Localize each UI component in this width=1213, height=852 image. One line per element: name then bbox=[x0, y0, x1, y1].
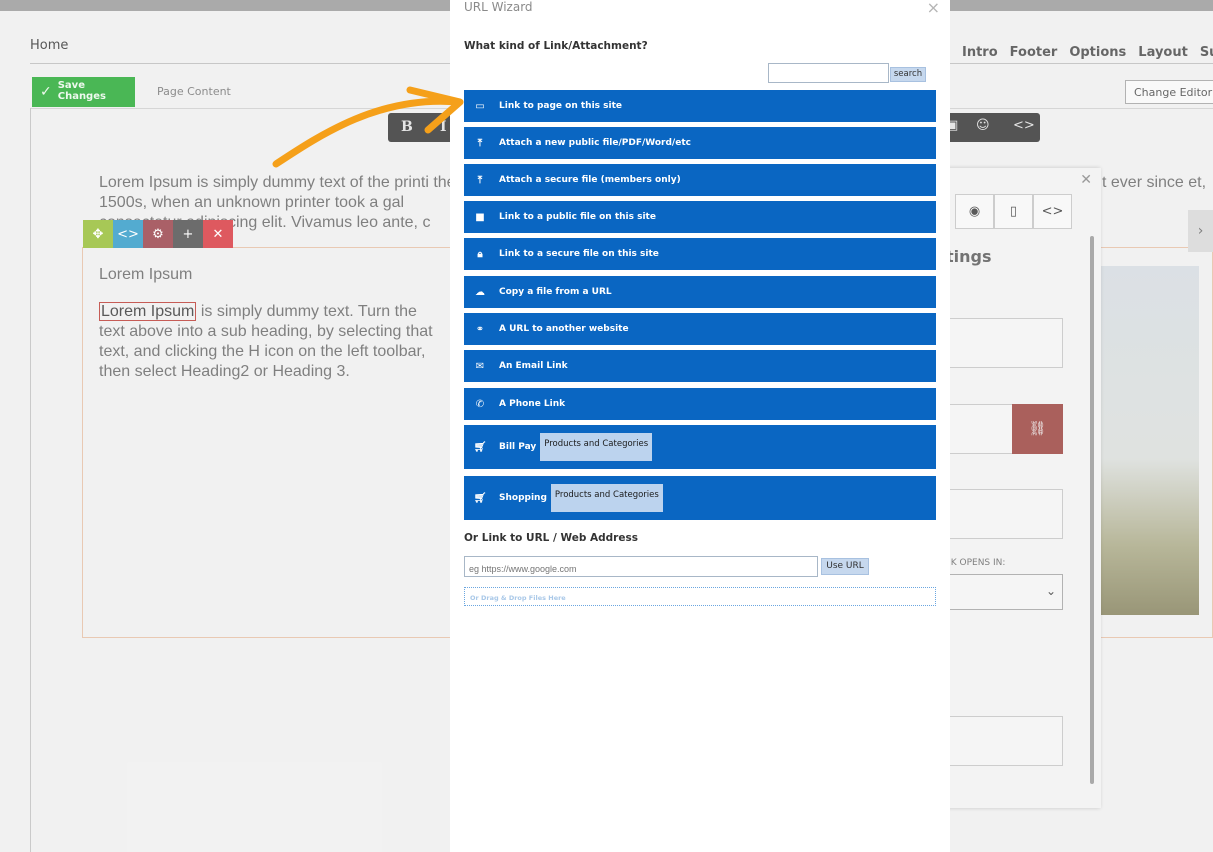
option-shopping[interactable]: 🛒︎ Shopping Products and Categories bbox=[464, 476, 936, 520]
folder-icon: ■ bbox=[475, 211, 485, 223]
url-input[interactable] bbox=[464, 556, 818, 577]
option-attach-public-file[interactable]: ⤒ Attach a new public file/PDF/Word/etc bbox=[464, 127, 936, 159]
option-label: An Email Link bbox=[499, 361, 568, 371]
products-categories-select[interactable]: Products and Categories bbox=[540, 433, 653, 461]
page-icon: ▭ bbox=[475, 100, 485, 112]
close-icon[interactable]: × bbox=[927, 0, 940, 17]
cloud-upload-icon: ☁ bbox=[475, 286, 485, 298]
email-icon: ✉ bbox=[475, 360, 485, 372]
option-label: Attach a new public file/PDF/Word/etc bbox=[499, 138, 691, 148]
search-button[interactable]: search bbox=[890, 67, 926, 82]
option-label: A Phone Link bbox=[499, 399, 566, 409]
option-label: Copy a file from a URL bbox=[499, 287, 612, 297]
option-label: A URL to another website bbox=[499, 324, 629, 334]
link-icon: ⚭ bbox=[475, 323, 485, 335]
option-link-secure-file[interactable]: 🔒︎ Link to a secure file on this site bbox=[464, 238, 936, 270]
option-external-url[interactable]: ⚭ A URL to another website bbox=[464, 313, 936, 345]
option-bill-pay[interactable]: 🛒︎ Bill Pay Products and Categories bbox=[464, 425, 936, 469]
option-label: Link to a public file on this site bbox=[499, 212, 656, 222]
url-wizard-modal: URL Wizard × What kind of Link/Attachmen… bbox=[450, 0, 950, 852]
upload-icon: ⤒ bbox=[477, 174, 483, 186]
option-label: Bill Pay bbox=[499, 442, 537, 452]
option-label: Link to a secure file on this site bbox=[499, 249, 659, 259]
option-link-public-file[interactable]: ■ Link to a public file on this site bbox=[464, 201, 936, 233]
option-attach-secure-file[interactable]: ⤒ Attach a secure file (members only) bbox=[464, 164, 936, 196]
option-copy-from-url[interactable]: ☁ Copy a file from a URL bbox=[464, 276, 936, 308]
annotation-arrow bbox=[272, 86, 464, 168]
or-link-heading: Or Link to URL / Web Address bbox=[464, 532, 638, 544]
modal-title: URL Wizard bbox=[464, 0, 533, 14]
products-categories-select[interactable]: Products and Categories bbox=[550, 484, 663, 512]
search-input[interactable] bbox=[768, 63, 889, 83]
upload-icon: ⤒ bbox=[477, 137, 483, 149]
use-url-button[interactable]: Use URL bbox=[821, 558, 869, 575]
cart-icon: 🛒︎ bbox=[473, 492, 487, 504]
drop-zone[interactable]: Or Drag & Drop Files Here bbox=[464, 587, 936, 606]
lock-icon: 🔒︎ bbox=[477, 248, 483, 260]
option-label: Shopping bbox=[499, 493, 547, 503]
cart-icon: 🛒︎ bbox=[473, 441, 487, 453]
option-link-page[interactable]: ▭ Link to page on this site bbox=[464, 90, 936, 122]
phone-icon: ✆ bbox=[475, 398, 485, 410]
question-heading: What kind of Link/Attachment? bbox=[464, 40, 648, 52]
option-phone-link[interactable]: ✆ A Phone Link bbox=[464, 388, 936, 420]
option-label: Attach a secure file (members only) bbox=[499, 175, 681, 185]
option-label: Link to page on this site bbox=[499, 101, 623, 111]
option-email-link[interactable]: ✉ An Email Link bbox=[464, 350, 936, 382]
